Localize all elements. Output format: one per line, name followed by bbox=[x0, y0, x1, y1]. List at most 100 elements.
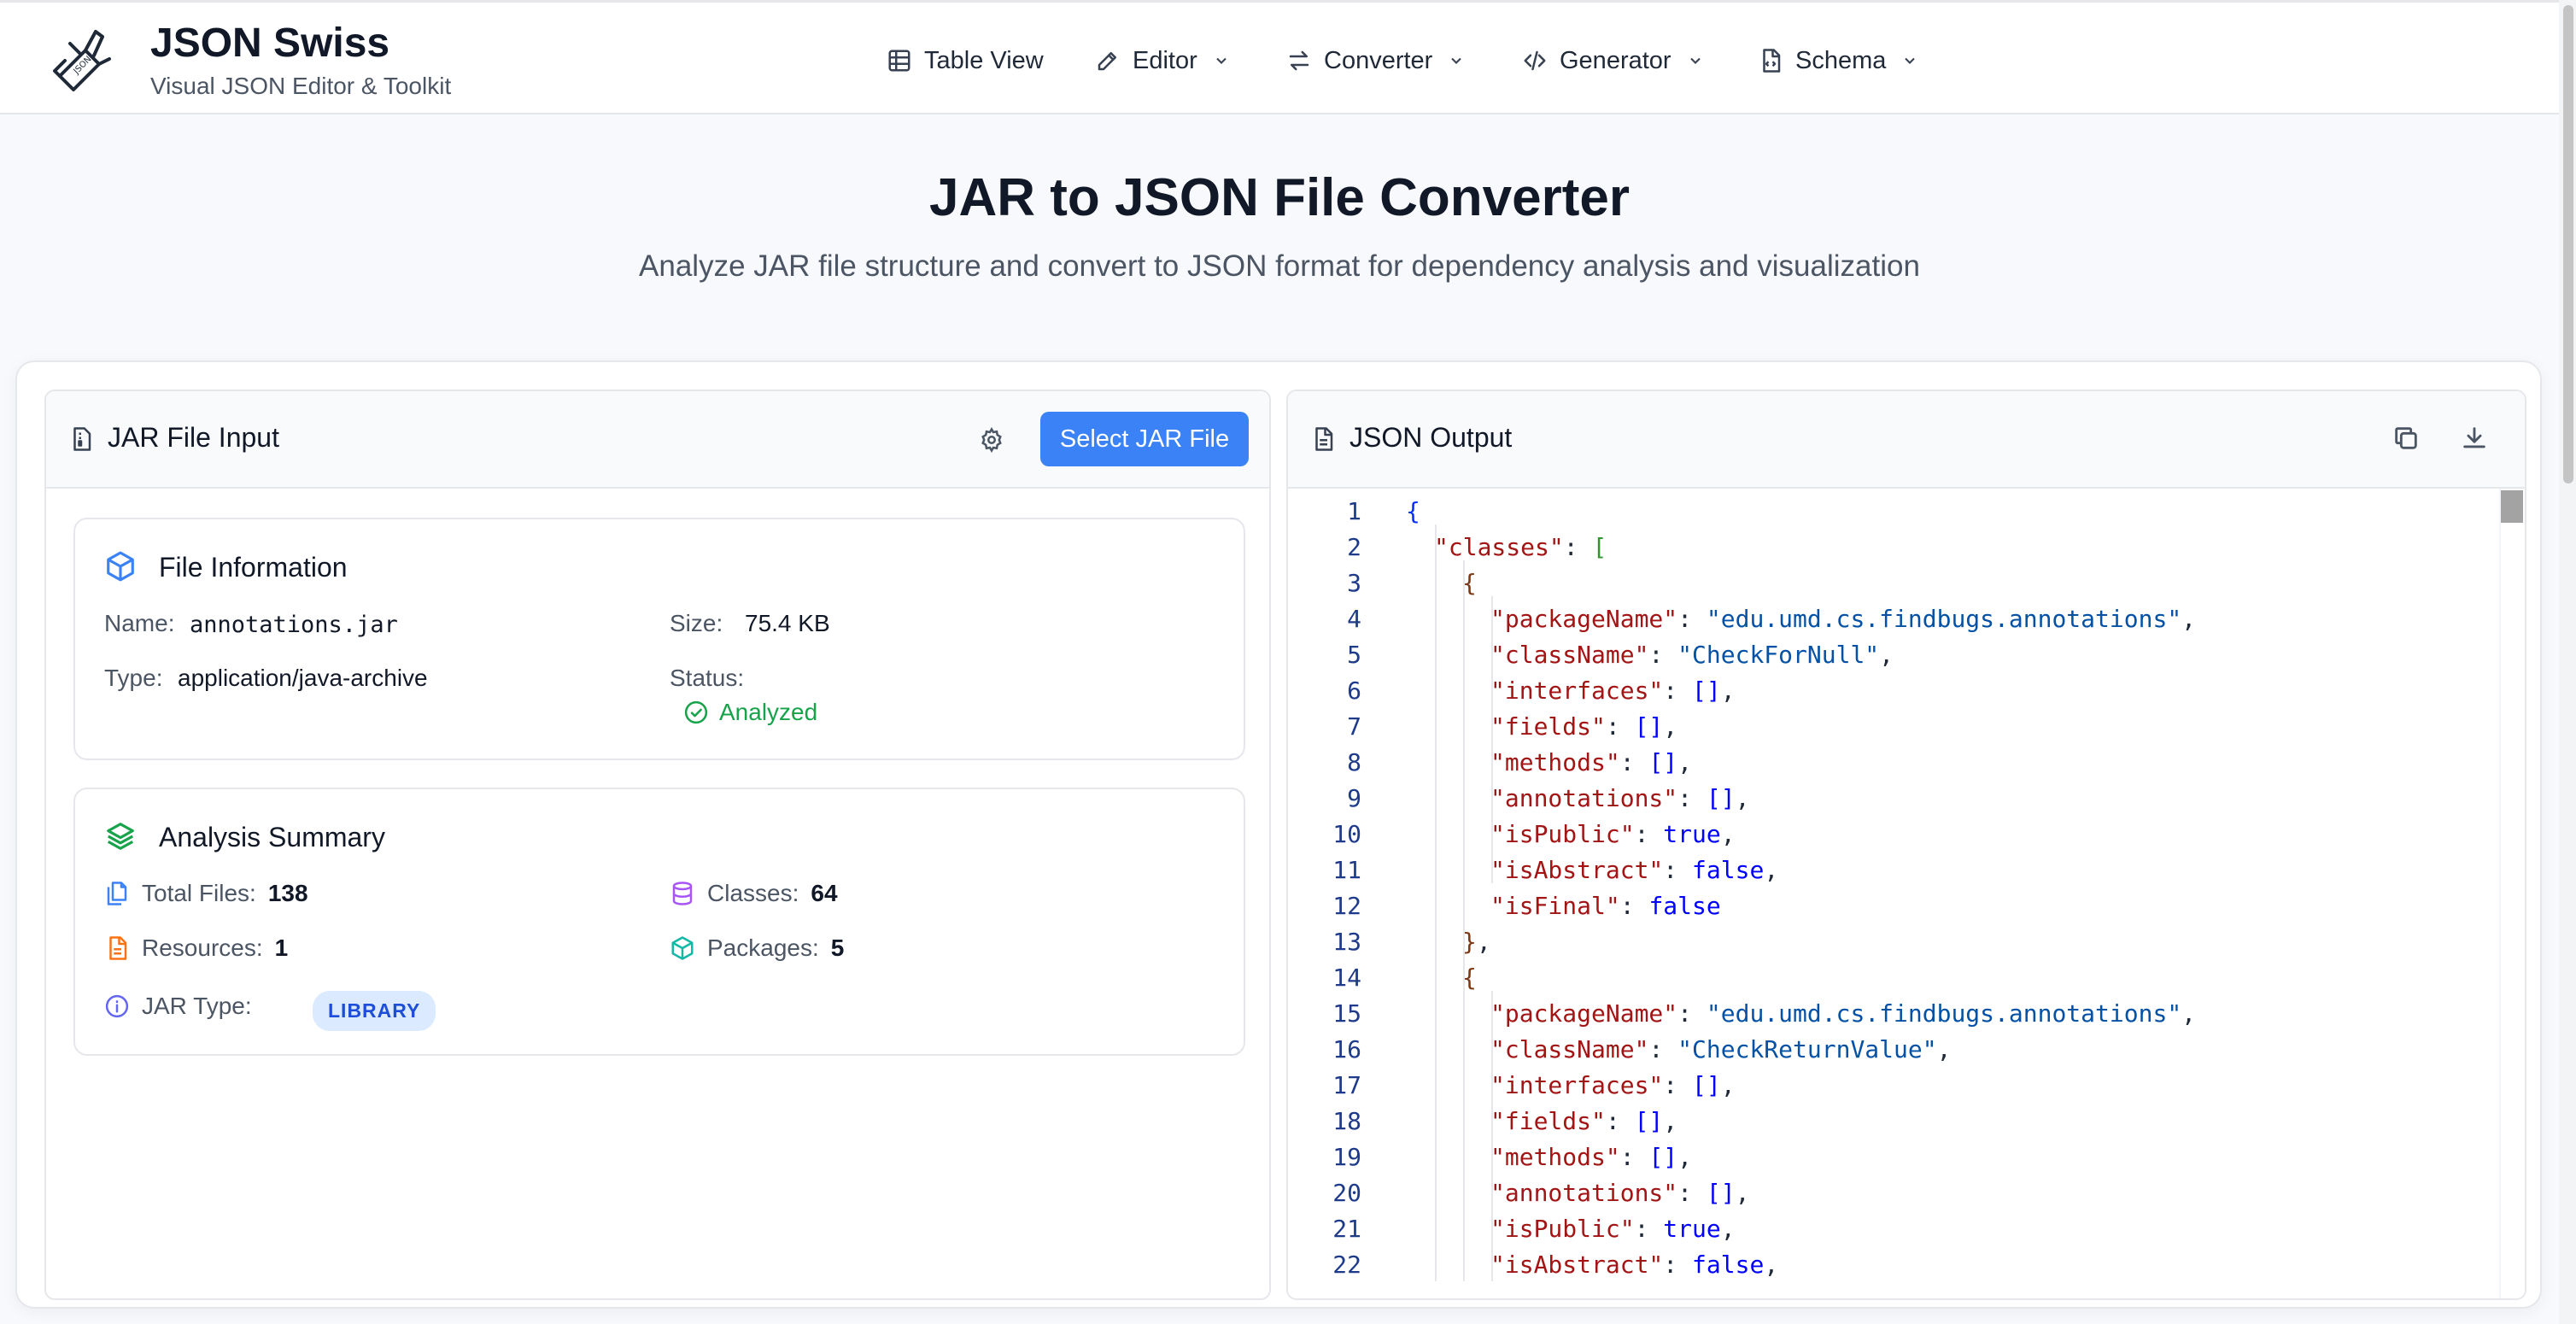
editor-scrollbar-thumb[interactable] bbox=[2501, 490, 2523, 523]
database-icon bbox=[672, 882, 693, 905]
code-line: 15 "packageName": "edu.umd.cs.findbugs.an… bbox=[1288, 996, 2501, 1032]
code-text: "isFinal": false bbox=[1490, 888, 1721, 924]
page-scrollbar-thumb[interactable] bbox=[2563, 5, 2573, 483]
line-number: 17 bbox=[1332, 1071, 1361, 1099]
line-number: 14 bbox=[1332, 964, 1361, 992]
code-token: false bbox=[1692, 1251, 1765, 1279]
line-number: 16 bbox=[1332, 1035, 1361, 1063]
code-text: "interfaces": [], bbox=[1490, 673, 1736, 709]
brand-title[interactable]: JSON Swiss bbox=[150, 20, 389, 67]
code-token: : bbox=[1648, 1035, 1678, 1063]
nav-generator[interactable]: Generator bbox=[1522, 40, 1704, 81]
code-text: "methods": [], bbox=[1490, 745, 1692, 781]
code-text: "isPublic": true, bbox=[1490, 1211, 1736, 1247]
code-token: "className" bbox=[1490, 1035, 1649, 1063]
code-token: : bbox=[1634, 820, 1664, 848]
code-token: , bbox=[1720, 820, 1736, 848]
code-token: , bbox=[1663, 712, 1678, 741]
file-type-value: application/java-archive bbox=[178, 665, 428, 691]
file-code-icon bbox=[1763, 49, 1781, 73]
panel-title: JAR File Input bbox=[108, 422, 279, 453]
code-text: "annotations": [], bbox=[1490, 1175, 1749, 1211]
json-output-panel: JSON Output 1{2 "classes": [3{4 "packageNa… bbox=[1286, 390, 2526, 1300]
code-line: 10 "isPublic": true, bbox=[1288, 817, 2501, 852]
stat-value: 64 bbox=[811, 880, 838, 906]
code-line: 16 "className": "CheckReturnValue", bbox=[1288, 1032, 2501, 1068]
json-code-editor[interactable]: 1{2 "classes": [3{4 "packageName": "edu.um… bbox=[1288, 489, 2525, 1298]
page-title: JAR to JSON File Converter bbox=[929, 168, 1630, 227]
nav-table-view[interactable]: Table View bbox=[887, 40, 1044, 81]
file-size-label: Size: bbox=[670, 610, 723, 636]
nav-label: Table View bbox=[924, 46, 1044, 74]
code-token: "packageName" bbox=[1490, 999, 1678, 1028]
stat-label: Classes: bbox=[707, 880, 799, 906]
code-text: "interfaces": [], bbox=[1490, 1068, 1736, 1104]
code-text: { bbox=[1462, 565, 1477, 601]
code-line: 11 "isAbstract": false, bbox=[1288, 852, 2501, 888]
code-line: 13}, bbox=[1288, 924, 2501, 960]
top-navigation-bar: JSON JSON Swiss Visual JSON Editor & Too… bbox=[0, 0, 2559, 114]
download-icon[interactable] bbox=[2460, 424, 2489, 453]
line-number: 21 bbox=[1332, 1215, 1361, 1243]
copy-icon[interactable] bbox=[2392, 424, 2421, 453]
code-token: "annotations" bbox=[1490, 784, 1678, 812]
select-jar-file-button[interactable]: Select JAR File bbox=[1040, 412, 1249, 466]
code-token: : bbox=[1563, 533, 1593, 561]
file-name-label: Name: bbox=[104, 610, 175, 636]
converter-card: JAR File Input Select JAR File File Info… bbox=[15, 360, 2542, 1309]
code-line: 20 "annotations": [], bbox=[1288, 1175, 2501, 1211]
stat-value: 5 bbox=[830, 934, 845, 961]
stat-value: 1 bbox=[274, 934, 289, 961]
jar-input-panel: JAR File Input Select JAR File File Info… bbox=[44, 390, 1271, 1300]
layers-icon bbox=[107, 823, 134, 850]
info-icon bbox=[105, 994, 129, 1018]
code-token: , bbox=[1735, 1179, 1750, 1207]
chevron-down-icon bbox=[1451, 57, 1462, 64]
code-token: false bbox=[1692, 856, 1765, 884]
line-number: 1 bbox=[1347, 497, 1361, 525]
code-token: : bbox=[1619, 1143, 1649, 1171]
nav-editor[interactable]: Editor bbox=[1095, 40, 1230, 81]
code-token: : bbox=[1663, 856, 1693, 884]
code-token: "classes" bbox=[1434, 533, 1564, 561]
status-text: Analyzed bbox=[719, 699, 818, 725]
code-text: { bbox=[1462, 960, 1477, 996]
stat-value: 138 bbox=[267, 880, 308, 906]
line-number: 4 bbox=[1347, 605, 1361, 633]
code-token: : bbox=[1605, 1107, 1635, 1135]
code-token: : bbox=[1634, 1215, 1664, 1243]
stat-label: Packages: bbox=[707, 934, 819, 961]
code-token: "CheckForNull" bbox=[1677, 641, 1880, 669]
code-token: , bbox=[2181, 605, 2197, 633]
code-token: [] bbox=[1648, 748, 1678, 776]
brand-subtitle: Visual JSON Editor & Toolkit bbox=[150, 73, 452, 99]
code-token: : bbox=[1663, 1251, 1693, 1279]
code-token: : bbox=[1663, 1071, 1693, 1099]
code-token: , bbox=[1476, 928, 1491, 956]
code-token: : bbox=[1619, 892, 1649, 920]
stat-resources: Resources: 1 bbox=[104, 934, 288, 962]
code-token: : bbox=[1677, 999, 1707, 1028]
code-token: , bbox=[1677, 1143, 1693, 1171]
nav-schema[interactable]: Schema bbox=[1758, 40, 1918, 81]
code-token: "isAbstract" bbox=[1490, 856, 1664, 884]
nav-label: Converter bbox=[1324, 46, 1433, 74]
code-text: "methods": [], bbox=[1490, 1139, 1692, 1175]
code-token: , bbox=[1764, 1251, 1779, 1279]
code-token: , bbox=[1879, 641, 1894, 669]
code-token: , bbox=[2181, 999, 2197, 1028]
line-number: 20 bbox=[1332, 1179, 1361, 1207]
page-scrollbar[interactable] bbox=[2559, 0, 2576, 1324]
code-text: "fields": [], bbox=[1490, 1104, 1677, 1139]
editor-scrollbar[interactable] bbox=[2499, 489, 2525, 1298]
code-token: , bbox=[1720, 677, 1736, 705]
files-icon bbox=[107, 882, 127, 905]
line-number: 11 bbox=[1332, 856, 1361, 884]
code-text: "isPublic": true, bbox=[1490, 817, 1736, 852]
jar-type-badge: LIBRARY bbox=[313, 991, 436, 1031]
code-token: : bbox=[1648, 641, 1678, 669]
line-number: 13 bbox=[1332, 928, 1361, 956]
code-token: [] bbox=[1634, 712, 1664, 741]
nav-converter[interactable]: Converter bbox=[1286, 40, 1465, 81]
settings-gear-icon[interactable] bbox=[979, 427, 1004, 453]
